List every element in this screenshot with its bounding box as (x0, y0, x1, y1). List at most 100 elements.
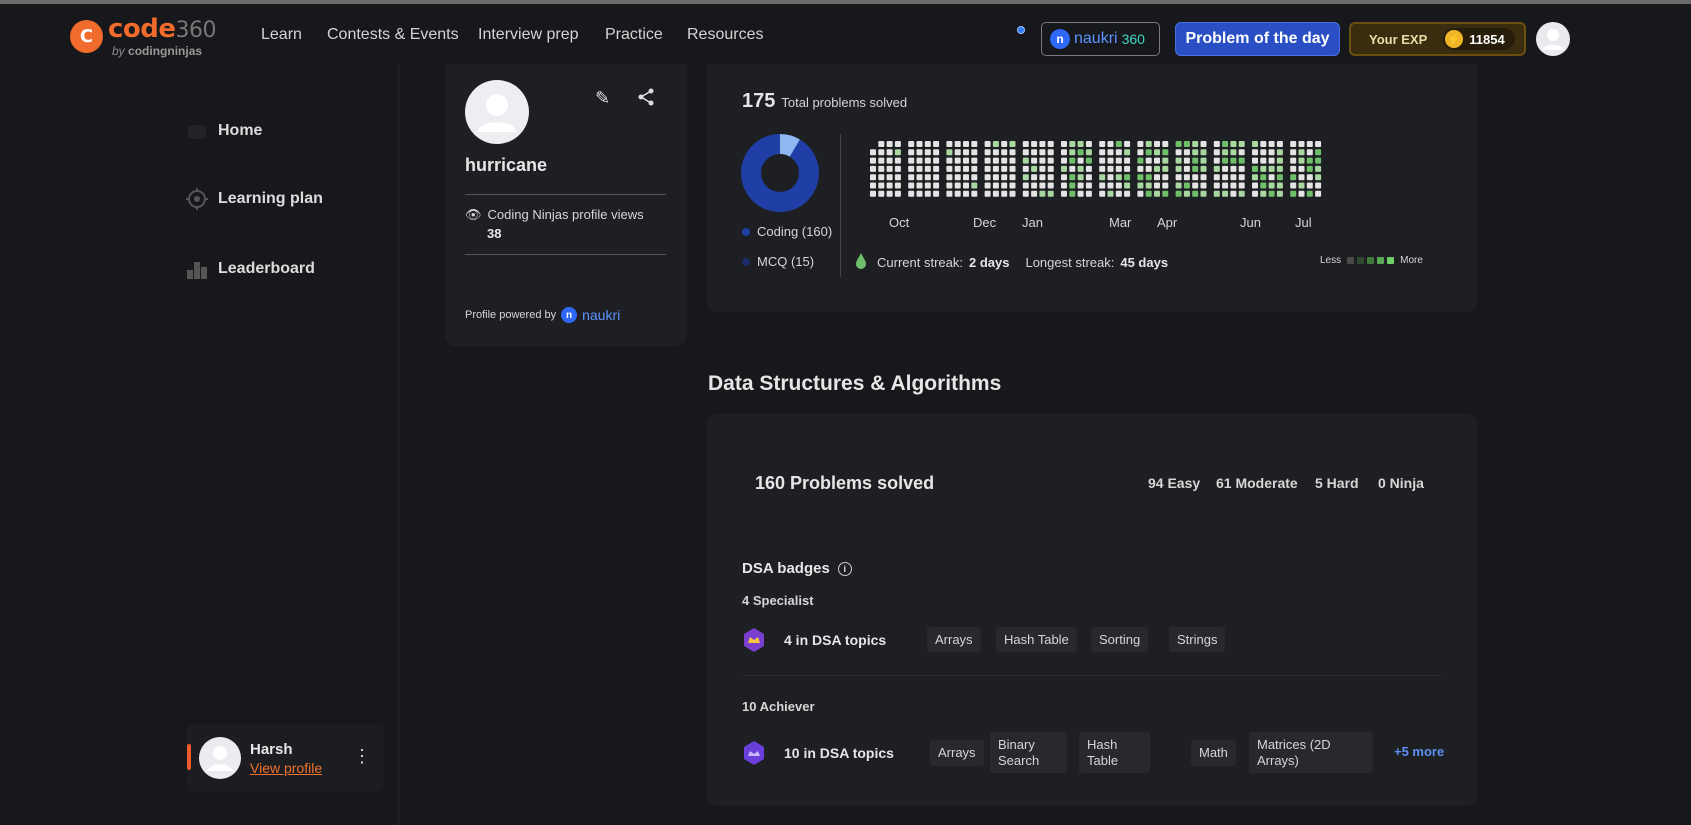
heatmap-cell (1192, 165, 1199, 172)
topic-chip[interactable]: Hash Table (1079, 732, 1150, 773)
heatmap-cell (1107, 190, 1114, 197)
month-label: Oct (889, 215, 910, 230)
heatmap-cell (1162, 174, 1169, 181)
heatmap-cell (878, 141, 885, 147)
logo-wordmark: code360 (108, 14, 217, 44)
heatmap-cell (984, 141, 991, 147)
heatmap-cell (1022, 165, 1029, 172)
heatmap-cell (1099, 149, 1106, 156)
topic-chip[interactable]: Arrays (930, 740, 984, 766)
heatmap-cell (1213, 182, 1220, 189)
topic-chip[interactable]: Arrays (927, 627, 981, 652)
solved-donut-chart (741, 134, 819, 212)
divider (465, 194, 666, 195)
achiever-badge-icon (744, 741, 764, 765)
heatmap-cell (933, 149, 940, 156)
topic-chip[interactable]: Matrices (2D Arrays) (1249, 732, 1373, 773)
nav-link-practice[interactable]: Practice (605, 26, 663, 44)
sidebar-item-leaderboard[interactable]: Leaderboard (186, 258, 315, 280)
heatmap-cell (1268, 149, 1275, 156)
sidebar-item-learning-plan[interactable]: Learning plan (186, 188, 323, 210)
powered-by-label: Profile powered by (465, 309, 557, 321)
more-topics-link[interactable]: +5 more (1394, 744, 1444, 759)
heatmap-cell (1213, 165, 1220, 172)
heatmap-cell (1238, 190, 1245, 197)
heatmap-cell (1061, 165, 1067, 172)
heatmap-cell (1268, 157, 1275, 164)
heatmap-cell (886, 157, 893, 164)
share-icon[interactable] (637, 88, 655, 111)
heatmap-cell (1230, 149, 1237, 156)
heatmap-cell (924, 174, 931, 181)
heatmap-cell (954, 174, 961, 181)
heatmap-cell (954, 149, 961, 156)
code360-logo[interactable]: C code360 by codingninjas (70, 14, 220, 58)
heatmap-cell (1077, 174, 1084, 181)
heatmap-cell (1154, 174, 1160, 181)
heatmap-cell (1260, 157, 1267, 164)
heatmap-cell (1009, 165, 1016, 172)
activity-heatmap (870, 141, 1322, 197)
heatmap-cell (1009, 149, 1016, 156)
sidebar-item-home[interactable]: Home (186, 120, 262, 142)
heatmap-cell (1192, 141, 1199, 147)
dsa-badges-label: DSA badges (742, 560, 830, 577)
heatmap-cell (1200, 165, 1207, 172)
active-accent-bar (187, 744, 191, 770)
exp-button[interactable]: Your EXP ⚡ 11854 (1349, 22, 1526, 56)
topic-chip[interactable]: Binary Search (990, 732, 1067, 773)
heatmap-cell (963, 157, 969, 164)
more-options-icon[interactable]: ⋮ (353, 746, 371, 767)
user-avatar-button[interactable] (1536, 22, 1570, 56)
divider (465, 254, 666, 255)
heatmap-cell (1107, 165, 1114, 172)
naukri360-button[interactable]: n naukri 360 (1041, 22, 1160, 56)
heatmap-cell (878, 157, 885, 164)
view-profile-link[interactable]: View profile (250, 760, 322, 776)
specialist-badge-icon (744, 628, 764, 652)
heatmap-cell (1192, 157, 1199, 164)
tier-achiever-summary: 10 in DSA topics (784, 745, 894, 761)
heatmap-cell (1115, 190, 1122, 197)
heatmap-cell (908, 182, 915, 189)
topic-chip[interactable]: Hash Table (996, 627, 1077, 652)
heatmap-cell (1137, 141, 1144, 147)
topic-chip[interactable]: Math (1191, 740, 1236, 766)
heatmap-cell (878, 165, 885, 172)
heatmap-cell (1115, 182, 1122, 189)
heatmap-cell (1175, 157, 1182, 164)
naukri-label: naukri (1074, 30, 1118, 47)
heatmap-cell (908, 141, 915, 147)
profile-views-label: Coding Ninjas profile views (487, 207, 644, 222)
topic-chip[interactable]: Strings (1169, 627, 1226, 652)
heatmap-cell (1145, 149, 1152, 156)
heatmap-cell (946, 182, 953, 189)
tier-specialist-summary: 4 in DSA topics (784, 632, 887, 648)
heatmap-cell (1085, 149, 1092, 156)
heatmap-cell (1069, 157, 1076, 164)
edit-pencil-icon[interactable]: ✎ (595, 88, 610, 109)
problem-of-the-day-button[interactable]: Problem of the day (1175, 22, 1340, 56)
nav-link-interview-prep[interactable]: Interview prep (478, 26, 579, 44)
heatmap-cell (1230, 141, 1237, 147)
heatmap-cell (1047, 157, 1054, 164)
nav-link-contests-events[interactable]: Contests & Events (327, 26, 459, 44)
legend-dot-icon (742, 257, 750, 266)
heatmap-cell (1306, 157, 1313, 164)
heatmap-cell (1306, 165, 1313, 172)
heatmap-cell (1009, 157, 1016, 164)
heatmap-cell (1222, 174, 1229, 181)
heatmap-cell (1268, 190, 1275, 197)
heatmap-cell (878, 182, 885, 189)
info-icon[interactable]: i (837, 561, 852, 576)
heatmap-cell (1085, 165, 1092, 172)
heatmap-cell (1047, 190, 1054, 197)
topic-chip[interactable]: Sorting (1091, 627, 1149, 652)
heatmap-cell (1031, 182, 1038, 189)
nav-link-resources[interactable]: Resources (687, 26, 763, 44)
exp-value: 11854 (1469, 31, 1505, 47)
nav-link-learn[interactable]: Learn (261, 26, 302, 44)
heatmap-cell (1001, 190, 1008, 197)
heatmap-cell (894, 174, 901, 181)
heatmap-cell (1162, 157, 1169, 164)
